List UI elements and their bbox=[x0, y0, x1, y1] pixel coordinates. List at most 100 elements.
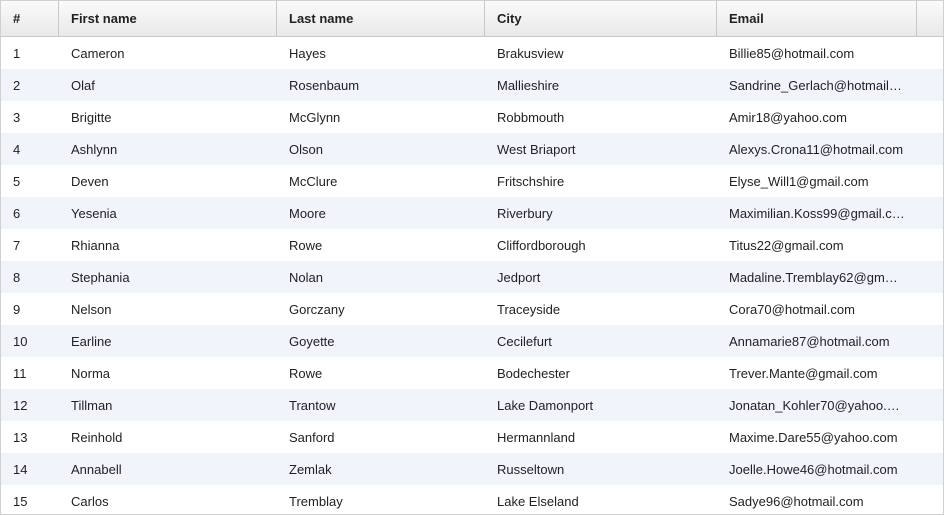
cell-last-name: Tremblay bbox=[277, 485, 485, 514]
cell-city: Mallieshire bbox=[485, 69, 717, 101]
cell-index: 4 bbox=[1, 133, 59, 165]
cell-first-name: Rhianna bbox=[59, 229, 277, 261]
table-row[interactable]: 13 Reinhold Sanford Hermannland Maxime.D… bbox=[1, 421, 943, 453]
cell-index: 11 bbox=[1, 357, 59, 389]
cell-first-name: Cameron bbox=[59, 37, 277, 69]
cell-index: 1 bbox=[1, 37, 59, 69]
cell-city: Brakusview bbox=[485, 37, 717, 69]
cell-index: 7 bbox=[1, 229, 59, 261]
cell-last-name: McGlynn bbox=[277, 101, 485, 133]
cell-email: Billie85@hotmail.com bbox=[717, 37, 917, 69]
table-row[interactable]: 7 Rhianna Rowe Cliffordborough Titus22@g… bbox=[1, 229, 943, 261]
cell-last-name: Trantow bbox=[277, 389, 485, 421]
cell-email: Titus22@gmail.com bbox=[717, 229, 917, 261]
cell-first-name: Stephania bbox=[59, 261, 277, 293]
cell-index: 13 bbox=[1, 421, 59, 453]
cell-index: 6 bbox=[1, 197, 59, 229]
column-header-index[interactable]: # bbox=[1, 1, 59, 36]
cell-last-name: Moore bbox=[277, 197, 485, 229]
cell-email: Jonatan_Kohler70@yahoo.com bbox=[717, 389, 917, 421]
cell-last-name: Zemlak bbox=[277, 453, 485, 485]
table-row[interactable]: 14 Annabell Zemlak Russeltown Joelle.How… bbox=[1, 453, 943, 485]
cell-index: 10 bbox=[1, 325, 59, 357]
table-row[interactable]: 5 Deven McClure Fritschshire Elyse_Will1… bbox=[1, 165, 943, 197]
cell-last-name: Gorczany bbox=[277, 293, 485, 325]
cell-index: 2 bbox=[1, 69, 59, 101]
table-row[interactable]: 15 Carlos Tremblay Lake Elseland Sadye96… bbox=[1, 485, 943, 514]
column-header-first-name[interactable]: First name bbox=[59, 1, 277, 36]
column-header-label: Last name bbox=[289, 11, 353, 26]
cell-last-name: Nolan bbox=[277, 261, 485, 293]
cell-index: 8 bbox=[1, 261, 59, 293]
cell-last-name: Goyette bbox=[277, 325, 485, 357]
column-header-label: City bbox=[497, 11, 522, 26]
cell-last-name: Rowe bbox=[277, 357, 485, 389]
cell-index: 9 bbox=[1, 293, 59, 325]
cell-city: Fritschshire bbox=[485, 165, 717, 197]
column-header-spacer bbox=[917, 1, 943, 36]
table-row[interactable]: 1 Cameron Hayes Brakusview Billie85@hotm… bbox=[1, 37, 943, 69]
cell-email: Maxime.Dare55@yahoo.com bbox=[717, 421, 917, 453]
cell-first-name: Brigitte bbox=[59, 101, 277, 133]
cell-city: Lake Damonport bbox=[485, 389, 717, 421]
cell-first-name: Earline bbox=[59, 325, 277, 357]
cell-email: Amir18@yahoo.com bbox=[717, 101, 917, 133]
cell-email: Sandrine_Gerlach@hotmail.com bbox=[717, 69, 917, 101]
table-row[interactable]: 3 Brigitte McGlynn Robbmouth Amir18@yaho… bbox=[1, 101, 943, 133]
cell-city: Cecilefurt bbox=[485, 325, 717, 357]
cell-first-name: Nelson bbox=[59, 293, 277, 325]
cell-city: Jedport bbox=[485, 261, 717, 293]
cell-index: 3 bbox=[1, 101, 59, 133]
column-header-city[interactable]: City bbox=[485, 1, 717, 36]
table-row[interactable]: 11 Norma Rowe Bodechester Trever.Mante@g… bbox=[1, 357, 943, 389]
table-row[interactable]: 12 Tillman Trantow Lake Damonport Jonata… bbox=[1, 389, 943, 421]
table-row[interactable]: 4 Ashlynn Olson West Briaport Alexys.Cro… bbox=[1, 133, 943, 165]
cell-last-name: Olson bbox=[277, 133, 485, 165]
cell-city: Lake Elseland bbox=[485, 485, 717, 514]
cell-first-name: Deven bbox=[59, 165, 277, 197]
cell-first-name: Ashlynn bbox=[59, 133, 277, 165]
table-row[interactable]: 8 Stephania Nolan Jedport Madaline.Tremb… bbox=[1, 261, 943, 293]
cell-email: Alexys.Crona11@hotmail.com bbox=[717, 133, 917, 165]
table-row[interactable]: 2 Olaf Rosenbaum Mallieshire Sandrine_Ge… bbox=[1, 69, 943, 101]
cell-index: 15 bbox=[1, 485, 59, 514]
cell-first-name: Olaf bbox=[59, 69, 277, 101]
column-header-label: Email bbox=[729, 11, 764, 26]
cell-last-name: Sanford bbox=[277, 421, 485, 453]
cell-first-name: Annabell bbox=[59, 453, 277, 485]
table-row[interactable]: 10 Earline Goyette Cecilefurt Annamarie8… bbox=[1, 325, 943, 357]
cell-first-name: Carlos bbox=[59, 485, 277, 514]
cell-email: Madaline.Tremblay62@gmail.com bbox=[717, 261, 917, 293]
cell-first-name: Reinhold bbox=[59, 421, 277, 453]
cell-city: West Briaport bbox=[485, 133, 717, 165]
cell-first-name: Norma bbox=[59, 357, 277, 389]
cell-index: 12 bbox=[1, 389, 59, 421]
cell-email: Elyse_Will1@gmail.com bbox=[717, 165, 917, 197]
table-row[interactable]: 9 Nelson Gorczany Traceyside Cora70@hotm… bbox=[1, 293, 943, 325]
cell-index: 14 bbox=[1, 453, 59, 485]
cell-city: Hermannland bbox=[485, 421, 717, 453]
cell-city: Traceyside bbox=[485, 293, 717, 325]
cell-city: Bodechester bbox=[485, 357, 717, 389]
cell-last-name: Rosenbaum bbox=[277, 69, 485, 101]
cell-last-name: Hayes bbox=[277, 37, 485, 69]
column-header-label: First name bbox=[71, 11, 137, 26]
cell-email: Sadye96@hotmail.com bbox=[717, 485, 917, 514]
cell-index: 5 bbox=[1, 165, 59, 197]
column-header-email[interactable]: Email bbox=[717, 1, 917, 36]
grid-body[interactable]: 1 Cameron Hayes Brakusview Billie85@hotm… bbox=[1, 37, 943, 514]
column-header-last-name[interactable]: Last name bbox=[277, 1, 485, 36]
cell-first-name: Tillman bbox=[59, 389, 277, 421]
cell-email: Maximilian.Koss99@gmail.com bbox=[717, 197, 917, 229]
data-grid: # First name Last name City Email 1 Came… bbox=[0, 0, 944, 515]
cell-first-name: Yesenia bbox=[59, 197, 277, 229]
cell-city: Riverbury bbox=[485, 197, 717, 229]
table-row[interactable]: 6 Yesenia Moore Riverbury Maximilian.Kos… bbox=[1, 197, 943, 229]
cell-email: Trever.Mante@gmail.com bbox=[717, 357, 917, 389]
cell-last-name: McClure bbox=[277, 165, 485, 197]
grid-header: # First name Last name City Email bbox=[1, 1, 943, 37]
cell-last-name: Rowe bbox=[277, 229, 485, 261]
column-header-label: # bbox=[13, 11, 20, 26]
cell-city: Russeltown bbox=[485, 453, 717, 485]
cell-email: Annamarie87@hotmail.com bbox=[717, 325, 917, 357]
